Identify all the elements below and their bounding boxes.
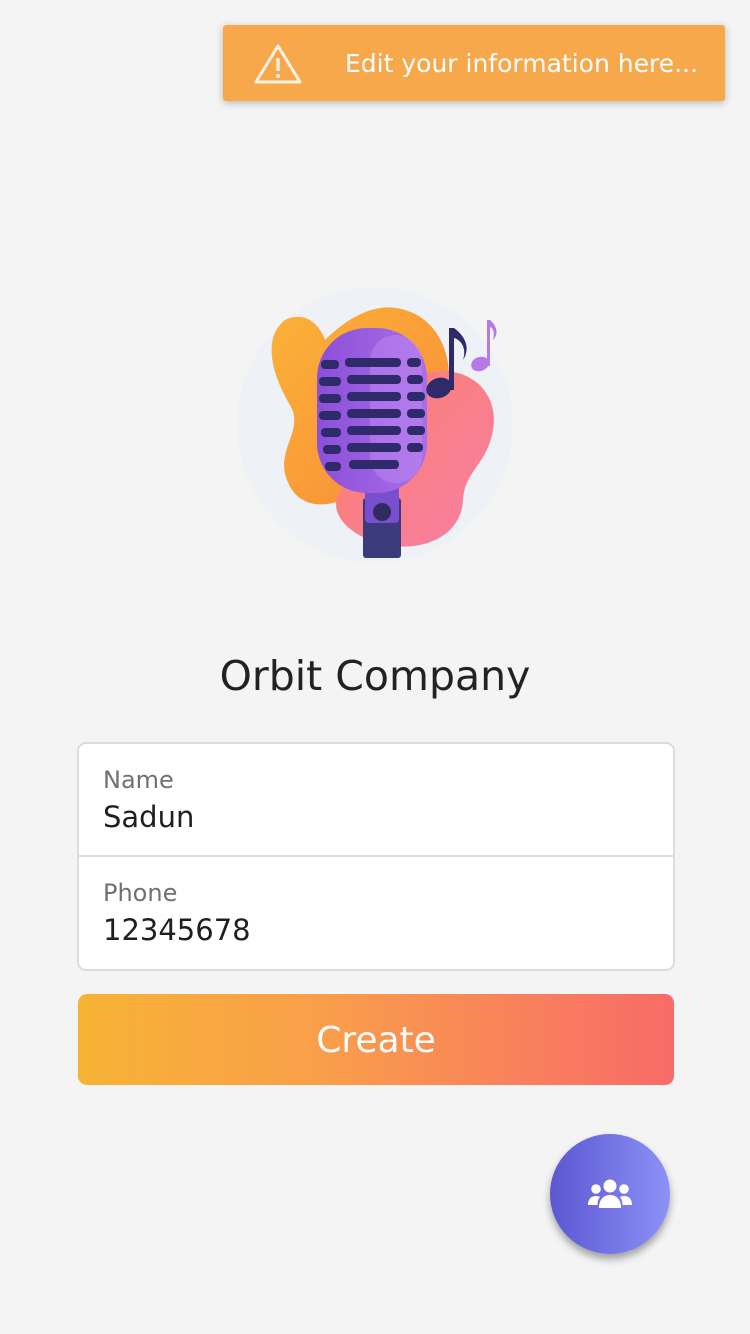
microphone-music-illustration bbox=[237, 287, 513, 563]
company-title: Orbit Company bbox=[219, 652, 531, 700]
phone-input[interactable]: 12345678 bbox=[103, 913, 643, 947]
toast-notification: Edit your information here... bbox=[223, 25, 725, 101]
create-button[interactable]: Create bbox=[78, 994, 674, 1085]
warning-icon bbox=[254, 44, 302, 84]
phone-label: Phone bbox=[103, 879, 178, 907]
name-label: Name bbox=[103, 766, 174, 794]
name-input[interactable]: Sadun bbox=[103, 800, 643, 834]
users-group-icon bbox=[588, 1179, 632, 1208]
users-fab-button[interactable] bbox=[550, 1134, 670, 1254]
phone-field[interactable]: Phone 12345678 bbox=[79, 857, 673, 969]
name-field[interactable]: Name Sadun bbox=[79, 744, 673, 857]
form-card: Name Sadun Phone 12345678 bbox=[77, 742, 675, 971]
toast-message: Edit your information here... bbox=[345, 49, 698, 78]
